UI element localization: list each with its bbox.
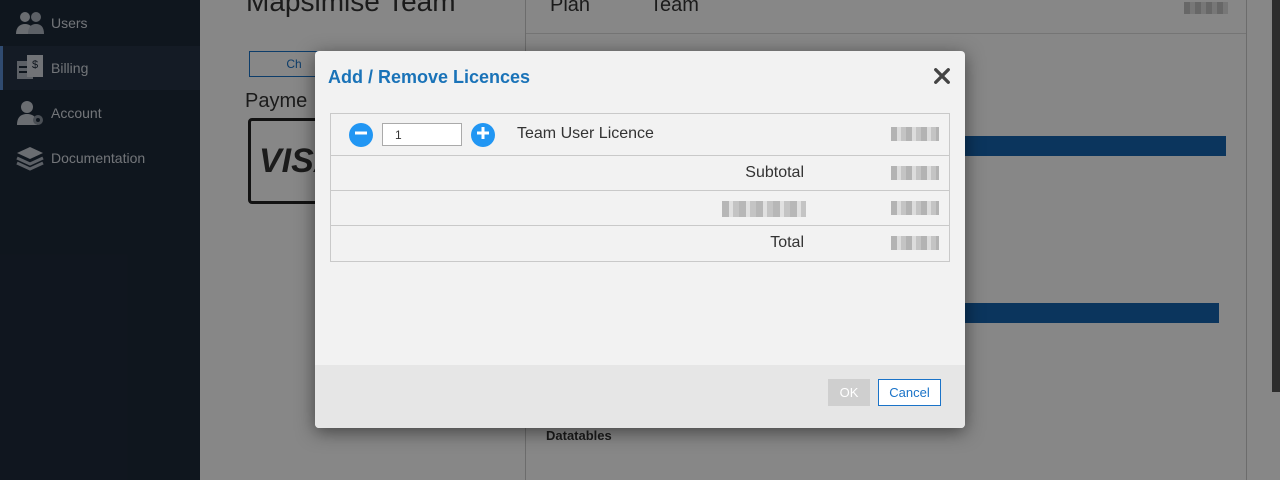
plus-icon (471, 121, 495, 150)
table-row: Subtotal (331, 156, 949, 191)
total-label: Total (770, 234, 804, 251)
redacted-label (722, 201, 806, 217)
close-icon[interactable] (931, 65, 953, 87)
cancel-button[interactable]: Cancel (878, 379, 941, 406)
table-row (331, 191, 949, 226)
redacted-price (891, 127, 939, 141)
ok-button[interactable]: OK (828, 379, 870, 406)
modal-title: Add / Remove Licences (328, 67, 531, 87)
licence-table: Team User Licence Subtotal Total (330, 113, 950, 262)
minus-icon (349, 121, 373, 150)
redacted-subtotal (891, 166, 939, 180)
table-row: Team User Licence (331, 114, 949, 156)
redacted-total (891, 236, 939, 250)
redacted-tax (891, 201, 939, 215)
subtotal-label: Subtotal (745, 164, 804, 181)
quantity-input[interactable] (382, 123, 462, 146)
modal-footer: OK Cancel (315, 365, 965, 428)
licence-name: Team User Licence (517, 125, 654, 142)
licences-modal: Add / Remove Licences Team User Licence … (315, 51, 965, 428)
decrease-quantity-button[interactable] (349, 123, 373, 147)
increase-quantity-button[interactable] (471, 123, 495, 147)
table-row: Total (331, 226, 949, 261)
